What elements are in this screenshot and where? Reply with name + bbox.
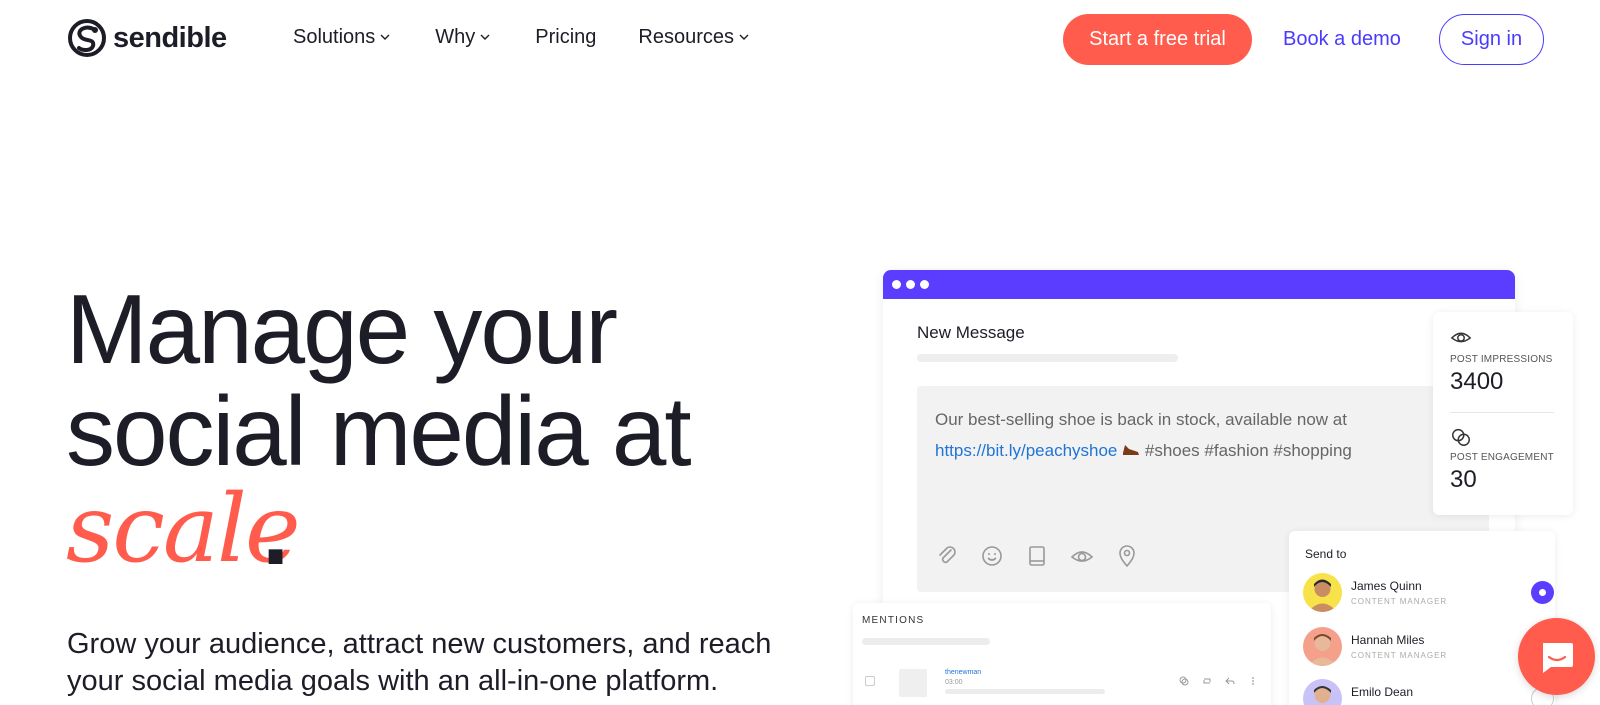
compose-link: https://bit.ly/peachyshoe: [935, 441, 1118, 460]
mentions-title: MENTIONS: [862, 615, 925, 626]
chat-icon: [1542, 642, 1573, 673]
mention-checkbox[interactable]: [865, 676, 875, 686]
contact-name: James Quinn: [1351, 579, 1422, 593]
engagement-label: POST ENGAGEMENT: [1450, 452, 1554, 463]
more-icon[interactable]: [1248, 673, 1258, 685]
avatar: [1303, 679, 1342, 705]
sendible-logo-icon: [68, 19, 106, 57]
new-message-title: New Message: [917, 323, 1025, 342]
window-dot: [906, 280, 915, 289]
window-dot: [920, 280, 929, 289]
compose-text: Our best-selling shoe is back in stock, …: [935, 404, 1475, 466]
chevron-down-icon: [739, 34, 749, 40]
start-free-trial-button[interactable]: Start a free trial: [1063, 14, 1252, 65]
nav-solutions-label: Solutions: [293, 26, 376, 48]
site-header: sendible Solutions Why Pricing Resources…: [0, 0, 1600, 80]
book-demo-link[interactable]: Book a demo: [1283, 28, 1401, 51]
engagement-value: 30: [1450, 466, 1477, 493]
contact-item[interactable]: Hannah Miles CONTENT MANAGER: [1303, 627, 1554, 671]
mention-username: thenewman: [945, 669, 982, 676]
compose-hashtags: #shoes #fashion #shopping: [1144, 441, 1352, 460]
placeholder-line: [945, 689, 1105, 694]
book-icon: [1025, 544, 1051, 570]
retweet-icon[interactable]: [1202, 673, 1212, 684]
link-icon[interactable]: [1179, 673, 1189, 686]
live-chat-button[interactable]: [1518, 618, 1595, 695]
location-pin-icon: [1115, 544, 1141, 570]
window-title-bar: [883, 270, 1515, 299]
main-nav: Solutions Why Pricing Resources: [293, 26, 749, 49]
post-stats-card: POST IMPRESSIONS 3400 POST ENGAGEMENT 30: [1433, 312, 1573, 515]
mention-time: 03:00: [945, 679, 963, 686]
send-to-title: Send to: [1305, 547, 1347, 561]
mentions-card: MENTIONS thenewman 03:00: [853, 603, 1271, 705]
nav-solutions[interactable]: Solutions: [293, 26, 390, 49]
impressions-label: POST IMPRESSIONS: [1450, 354, 1553, 365]
contact-name: Hannah Miles: [1351, 633, 1425, 647]
nav-why[interactable]: Why: [435, 26, 490, 49]
brand-name: sendible: [113, 21, 227, 54]
hero-title: Manage your social media at: [66, 274, 692, 486]
mention-actions: [1179, 673, 1271, 686]
sign-in-button[interactable]: Sign in: [1439, 14, 1544, 65]
chevron-down-icon: [380, 34, 390, 40]
eye-icon: [1450, 332, 1472, 343]
nav-pricing[interactable]: Pricing: [535, 26, 596, 49]
avatar: [1303, 627, 1342, 666]
mention-row: thenewman 03:00: [862, 665, 1262, 697]
chevron-down-icon: [480, 34, 490, 40]
send-to-card: Send to James Quinn CONTENT MANAGER Hann…: [1289, 531, 1555, 705]
contact-role: CONTENT MANAGER: [1351, 597, 1448, 606]
reply-icon[interactable]: [1225, 673, 1235, 685]
divider: [1450, 412, 1554, 413]
avatar: [1303, 573, 1342, 612]
sendible-logo[interactable]: sendible: [67, 18, 227, 58]
mention-thumbnail: [899, 669, 927, 697]
contact-name: Emilo Dean: [1351, 685, 1414, 699]
compose-toolbar: [935, 544, 1160, 570]
nav-resources-label: Resources: [638, 26, 735, 48]
compose-body: Our best-selling shoe is back in stock, …: [935, 410, 1347, 429]
eye-icon: [1070, 544, 1096, 570]
smiley-icon: [980, 544, 1006, 570]
nav-resources[interactable]: Resources: [638, 26, 749, 49]
radio-selected[interactable]: [1531, 581, 1554, 604]
contact-role: CONTENT MANAGER: [1351, 651, 1448, 660]
nav-pricing-label: Pricing: [535, 26, 597, 48]
impressions-value: 3400: [1450, 368, 1504, 395]
window-dot: [892, 280, 901, 289]
hero-period: .: [262, 475, 290, 585]
paperclip-icon: [935, 544, 961, 570]
contact-item[interactable]: James Quinn CONTENT MANAGER: [1303, 573, 1554, 617]
engagement-icon: [1452, 428, 1470, 446]
contact-item[interactable]: Emilo Dean: [1303, 679, 1554, 705]
nav-why-label: Why: [435, 26, 476, 48]
hero-subtitle: Grow your audience, attract new customer…: [67, 628, 772, 697]
shoe-emoji-icon: [1123, 445, 1140, 455]
placeholder-line: [862, 638, 990, 645]
placeholder-line: [917, 354, 1178, 362]
